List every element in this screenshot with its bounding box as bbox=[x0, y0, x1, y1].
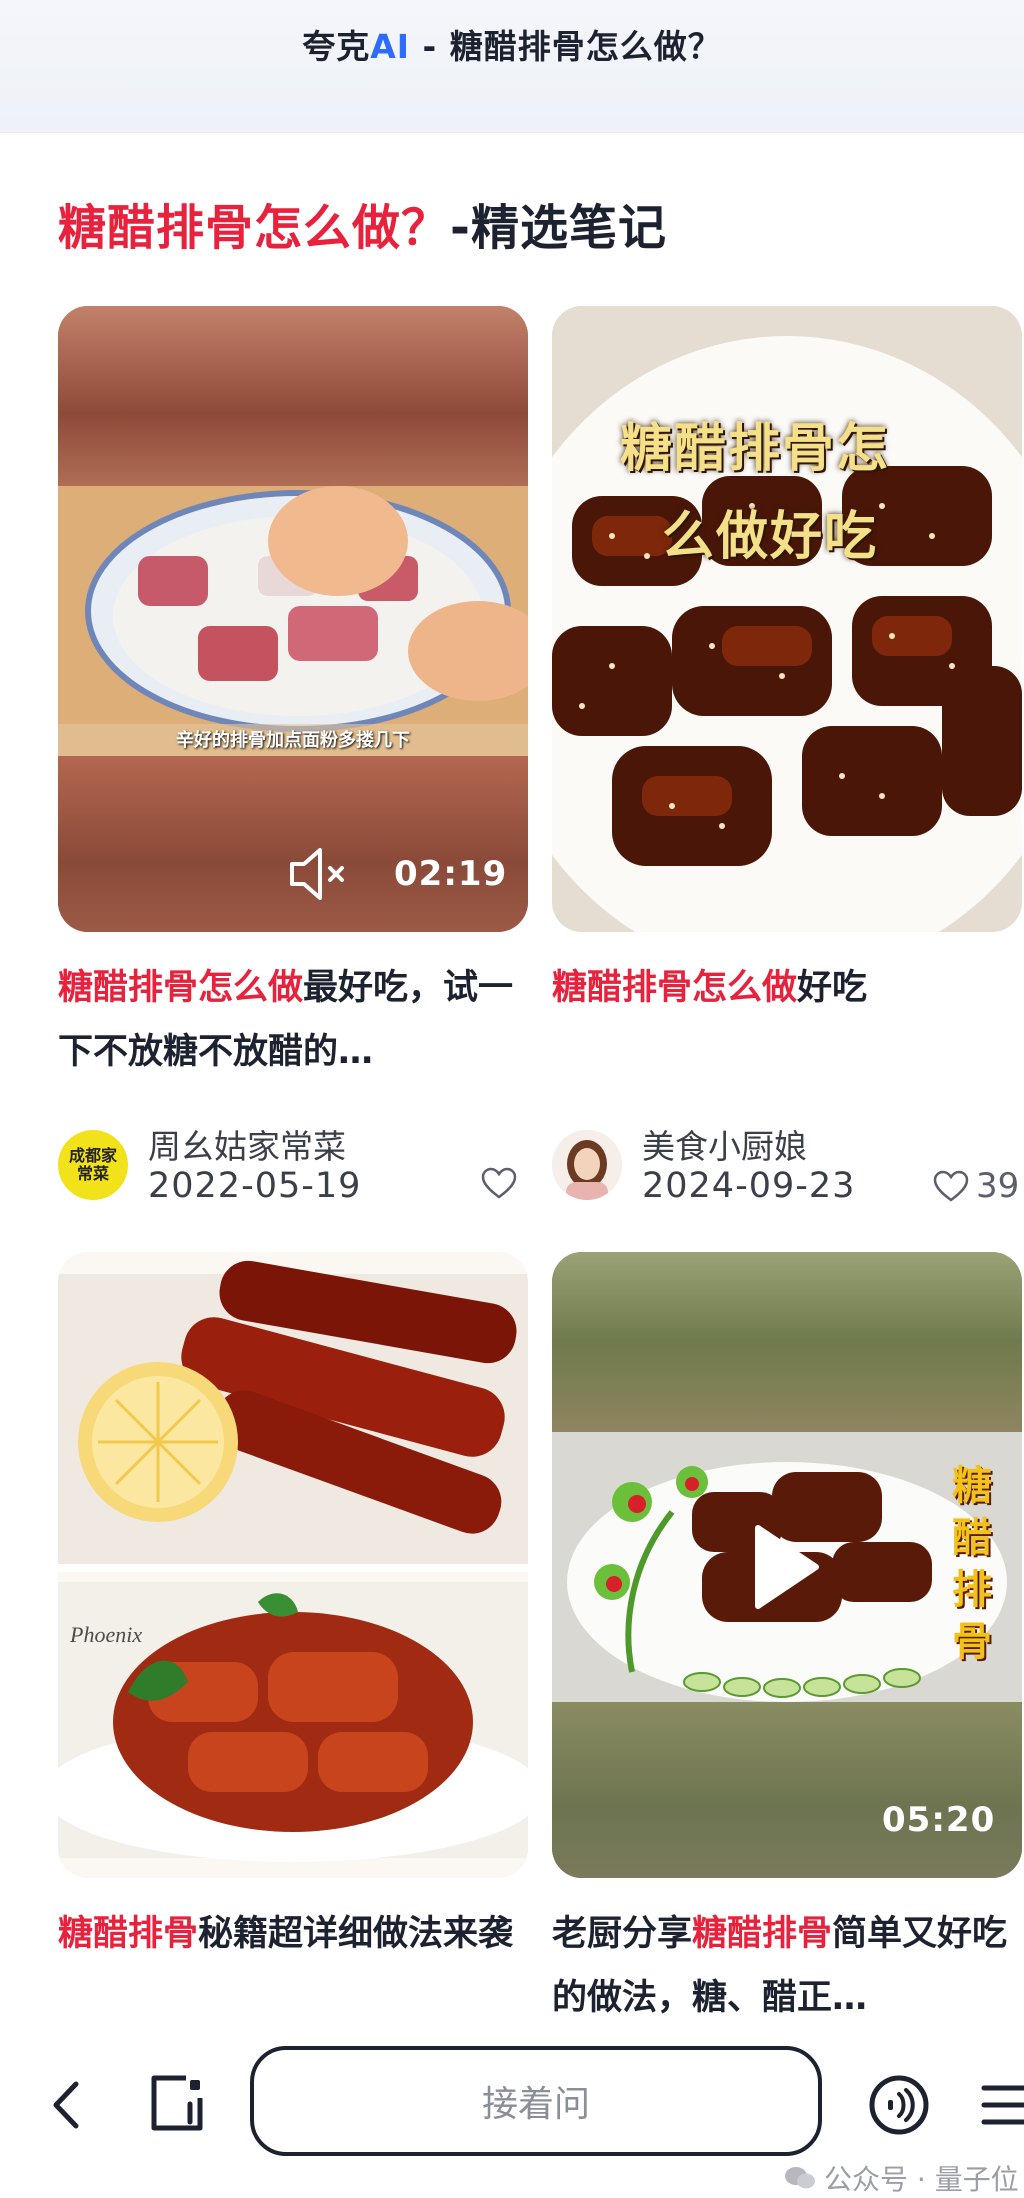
note-card-4[interactable]: 糖醋排骨 05:20 老厨分享糖醋排骨简单又好吃的做法，糖、醋正… bbox=[552, 1252, 1022, 2030]
plate-brand-text: Phoenix bbox=[69, 1622, 142, 1647]
like-button[interactable]: 39 bbox=[932, 1166, 1019, 1206]
section-title: 糖醋排骨怎么做？-精选笔记 bbox=[58, 188, 667, 258]
note-card-3[interactable]: Phoenix 糖醋排骨秘籍超详细做法来袭 bbox=[58, 1252, 528, 1966]
title-prefix: 夸克 bbox=[302, 27, 371, 66]
braised-ribs-collage-image: Phoenix bbox=[58, 1252, 528, 1878]
back-icon[interactable] bbox=[48, 2078, 84, 2136]
like-count: 39 bbox=[976, 1166, 1020, 1206]
author-name[interactable]: 周幺姑家常菜 bbox=[148, 1120, 346, 1168]
caption-highlight: 糖醋排骨怎么做 bbox=[552, 968, 798, 1008]
overlay-text-line2: 么做好吃 bbox=[662, 507, 879, 567]
section-title-rest: -精选笔记 bbox=[450, 200, 667, 256]
avatar[interactable] bbox=[552, 1130, 622, 1200]
blur-bottom bbox=[552, 1702, 1022, 1878]
blur-top bbox=[552, 1252, 1022, 1432]
mute-icon[interactable] bbox=[286, 846, 350, 906]
caption-highlight: 糖醋排骨 bbox=[58, 1914, 199, 1954]
title-ai: AI bbox=[370, 27, 411, 66]
card-caption[interactable]: 糖醋排骨秘籍超详细做法来袭 bbox=[58, 1902, 528, 1966]
blur-top bbox=[58, 306, 528, 486]
like-button[interactable] bbox=[480, 1166, 518, 1200]
note-card-1[interactable]: 辛好的排骨加点面粉多搂几下 02:19 糖醋排骨怎么做最好吃，试一下不放糖不放醋… bbox=[58, 306, 528, 1206]
caption-highlight: 糖醋排骨怎么做 bbox=[58, 968, 304, 1008]
voice-icon[interactable] bbox=[868, 2074, 930, 2140]
follow-up-question-input[interactable]: 接着问 bbox=[250, 2046, 822, 2156]
card-caption[interactable]: 糖醋排骨怎么做好吃 bbox=[552, 956, 1022, 1020]
overlay-text-line1: 糖醋排骨怎 bbox=[620, 419, 891, 479]
author-name[interactable]: 美食小厨娘 bbox=[642, 1120, 807, 1168]
video-subtitle: 辛好的排骨加点面粉多搂几下 bbox=[176, 730, 410, 751]
card-caption[interactable]: 糖醋排骨怎么做最好吃，试一下不放糖不放醋的… bbox=[58, 956, 528, 1084]
video-thumbnail[interactable]: 糖醋排骨 05:20 bbox=[552, 1252, 1022, 1878]
heart-icon bbox=[481, 1167, 517, 1199]
image-thumbnail[interactable]: Phoenix bbox=[58, 1252, 528, 1878]
sweet-sour-ribs-image bbox=[552, 306, 1022, 932]
card-caption[interactable]: 老厨分享糖醋排骨简单又好吃的做法，糖、醋正… bbox=[552, 1902, 1022, 2030]
post-date: 2022-05-19 bbox=[148, 1166, 362, 1206]
video-duration: 05:20 bbox=[882, 1800, 996, 1840]
vertical-overlay-text: 糖醋排骨 bbox=[952, 1463, 992, 1665]
wechat-icon bbox=[785, 2167, 815, 2189]
title-suffix: - 糖醋排骨怎么做？ bbox=[410, 27, 722, 66]
watermark: 公众号 · 量子位 bbox=[784, 2158, 1019, 2198]
caption-highlight: 糖醋排骨 bbox=[692, 1914, 833, 1954]
post-date: 2024-09-23 bbox=[642, 1166, 856, 1206]
caption-rest: 秘籍超详细做法来袭 bbox=[198, 1914, 514, 1954]
section-title-highlight: 糖醋排骨怎么做？ bbox=[58, 200, 451, 256]
heart-icon bbox=[933, 1170, 969, 1202]
video-thumbnail[interactable]: 辛好的排骨加点面粉多搂几下 02:19 bbox=[58, 306, 528, 932]
avatar-portrait-icon bbox=[552, 1130, 622, 1200]
page-title: 夸克AI - 糖醋排骨怎么做？ bbox=[0, 20, 1024, 68]
play-icon[interactable] bbox=[752, 1522, 822, 1616]
avatar[interactable]: 成都家常菜 bbox=[58, 1130, 128, 1200]
caption-prefix: 老厨分享 bbox=[552, 1914, 693, 1954]
top-bar: 夸克AI - 糖醋排骨怎么做？ bbox=[0, 0, 1024, 133]
image-thumbnail[interactable]: 糖醋排骨怎 么做好吃 bbox=[552, 306, 1022, 932]
video-frame: 辛好的排骨加点面粉多搂几下 bbox=[58, 486, 528, 756]
video-duration: 02:19 bbox=[394, 854, 508, 894]
avatar-text: 成都家常菜 bbox=[68, 1146, 117, 1183]
caption-rest: 好吃 bbox=[797, 968, 868, 1008]
card-meta: 美食小厨娘 2024-09-23 39 bbox=[552, 1120, 1022, 1206]
ask-placeholder: 接着问 bbox=[481, 2084, 590, 2125]
note-card-2[interactable]: 糖醋排骨怎 么做好吃 糖醋排骨怎么做好吃 美食小厨娘 2024-09-23 39 bbox=[552, 306, 1022, 1206]
tabs-icon[interactable] bbox=[146, 2072, 208, 2138]
card-meta: 成都家常菜 周幺姑家常菜 2022-05-19 bbox=[58, 1120, 528, 1206]
watermark-text: 公众号 · 量子位 bbox=[824, 2163, 1019, 2196]
ribs-in-bowl-image bbox=[58, 486, 528, 756]
menu-icon[interactable] bbox=[980, 2082, 1024, 2132]
